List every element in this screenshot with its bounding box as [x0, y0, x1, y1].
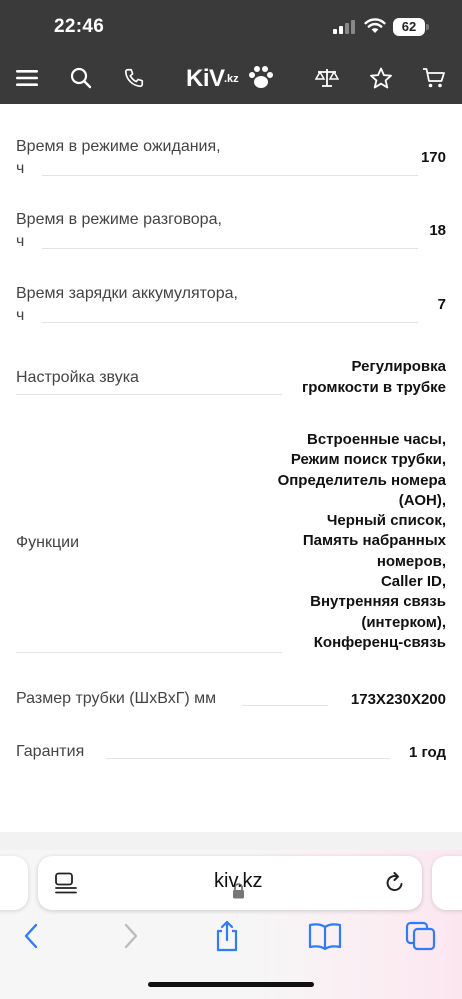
address-bar[interactable]: kiv.kz	[38, 856, 422, 910]
back-button[interactable]	[14, 918, 48, 954]
search-icon[interactable]	[67, 64, 95, 92]
logo-text: KiV	[186, 65, 225, 92]
spec-value: 1 год	[408, 744, 446, 761]
spec-divider	[16, 652, 282, 653]
spec-divider	[16, 394, 282, 395]
battery-icon	[426, 24, 429, 30]
page-menu-icon[interactable]	[54, 872, 78, 894]
spec-label: Время зарядки аккумулятора, ч	[16, 285, 238, 324]
logo-suffix: .kz	[224, 73, 239, 85]
spec-row: Время в режиме разговора, ч 18	[16, 209, 446, 255]
spec-value: 7	[437, 296, 446, 313]
share-button[interactable]	[210, 918, 244, 954]
spec-label: Время в режиме разговора, ч	[16, 211, 222, 250]
site-header: KiV .kz	[0, 52, 462, 104]
spec-divider	[42, 175, 418, 176]
spec-value: Встроенные часы, Режим поиск трубки, Опр…	[277, 431, 446, 651]
spec-label: Время в режиме ожидания, ч	[16, 138, 221, 177]
spec-row: Гарантия 1 год	[16, 741, 446, 771]
spec-row: Функции Встроенные часы, Режим поиск тру…	[16, 430, 446, 656]
page-bottom-band	[0, 832, 462, 850]
reload-icon[interactable]	[384, 872, 406, 894]
spec-divider	[42, 248, 418, 249]
spec-value: 18	[429, 222, 446, 239]
spec-row: Время зарядки аккумулятора, ч 7	[16, 283, 446, 329]
status-bar: 22:46 62	[0, 0, 462, 52]
home-indicator[interactable]	[148, 982, 314, 987]
tabs-button[interactable]	[404, 918, 438, 954]
cellular-signal-icon	[333, 20, 355, 34]
url-text[interactable]: kiv.kz	[214, 870, 263, 893]
menu-icon[interactable]	[13, 64, 41, 92]
compare-scales-icon[interactable]	[313, 64, 341, 92]
kiv-logo[interactable]: KiV .kz	[186, 62, 278, 94]
spec-value: 170	[420, 149, 446, 166]
bookmarks-button[interactable]	[306, 918, 344, 954]
cart-icon[interactable]	[420, 64, 448, 92]
spec-value: 173Х230Х200	[350, 691, 446, 708]
next-tab-preview[interactable]	[432, 856, 462, 910]
paw-icon	[249, 66, 273, 88]
spec-row: Настройка звука Регулировка громкости в т…	[16, 356, 446, 398]
spec-value: Регулировка громкости в трубке	[302, 358, 446, 396]
forward-button[interactable]	[114, 918, 148, 954]
spec-label: Функции	[16, 534, 80, 551]
spec-label: Гарантия	[16, 743, 85, 760]
battery-level: 62	[393, 18, 425, 36]
spec-divider	[42, 322, 418, 323]
wifi-icon	[364, 18, 386, 33]
favorites-star-icon[interactable]	[367, 64, 395, 92]
browser-toolbar: kiv.kz	[0, 850, 462, 999]
phone-icon[interactable]	[120, 64, 148, 92]
spec-label: Размер трубки (ШхВхГ) мм	[16, 690, 217, 707]
spec-divider	[242, 705, 328, 706]
spec-row: Размер трубки (ШхВхГ) мм 173Х230Х200	[16, 688, 446, 718]
previous-tab-preview[interactable]	[0, 856, 28, 910]
spec-divider	[106, 758, 390, 759]
status-time: 22:46	[54, 16, 105, 37]
spec-row: Время в режиме ожидания, ч 170	[16, 136, 446, 182]
spec-label: Настройка звука	[16, 369, 139, 386]
